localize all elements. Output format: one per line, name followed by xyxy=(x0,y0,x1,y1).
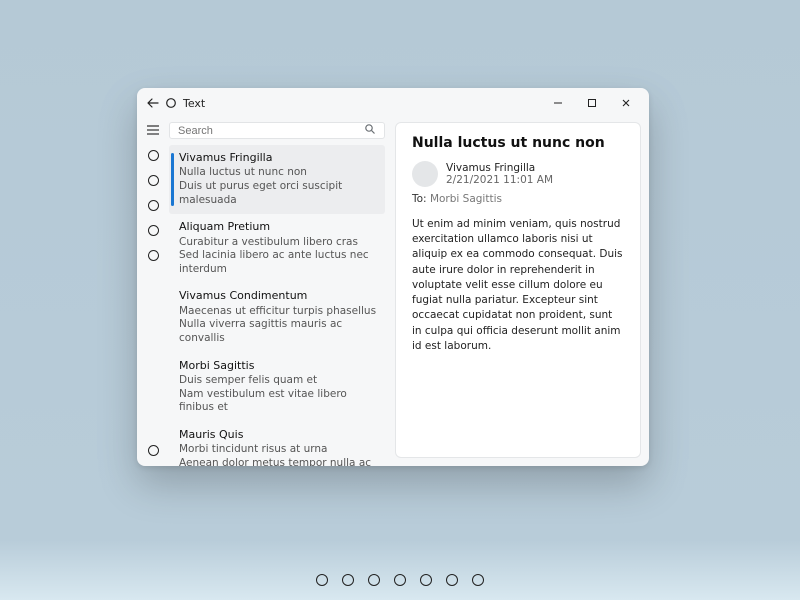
rail-item[interactable] xyxy=(148,200,159,211)
circle-icon xyxy=(368,574,380,586)
reading-header: Vivamus Fringilla 2/21/2021 11:01 AM xyxy=(412,161,624,187)
dock-page-indicator[interactable] xyxy=(368,574,380,586)
search-box[interactable] xyxy=(169,122,385,139)
message-sender: Vivamus Condimentum xyxy=(179,289,377,303)
circle-icon xyxy=(148,250,159,261)
circle-icon xyxy=(394,574,406,586)
reading-pane: Nulla luctus ut nunc non Vivamus Fringil… xyxy=(395,122,641,458)
rail-item[interactable] xyxy=(148,225,159,236)
circle-icon xyxy=(148,225,159,236)
to-value: Morbi Sagittis xyxy=(430,193,502,205)
window-title: Text xyxy=(183,97,205,110)
nav-rail xyxy=(137,118,169,466)
message-item[interactable]: Vivamus Condimentum Maecenas ut efficitur… xyxy=(169,283,385,352)
to-label: To: xyxy=(412,193,427,205)
circle-icon xyxy=(342,574,354,586)
dock-page-indicator[interactable] xyxy=(394,574,406,586)
message-preview: Sed lacinia libero ac ante luctus nec in… xyxy=(179,249,377,276)
message-item[interactable]: Mauris QuisMorbi tincidunt risus at urna… xyxy=(169,422,385,466)
avatar xyxy=(412,161,438,187)
dock-page-indicator[interactable] xyxy=(472,574,484,586)
message-list-pane: Vivamus FringillaNulla luctus ut nunc no… xyxy=(169,118,391,466)
dock-page-indicator[interactable] xyxy=(446,574,458,586)
message-subject: Morbi tincidunt risus at urna xyxy=(179,443,377,457)
message-sender: Vivamus Fringilla xyxy=(179,151,377,165)
circle-icon xyxy=(472,574,484,586)
back-button[interactable] xyxy=(147,97,159,109)
message-subject: Maecenas ut efficitur turpis phasellus xyxy=(179,305,377,319)
message-preview: Nam vestibulum est vitae libero finibus … xyxy=(179,388,377,415)
hamburger-button[interactable] xyxy=(146,124,160,136)
circle-icon xyxy=(316,574,328,586)
reading-date: 2/21/2021 11:01 AM xyxy=(446,174,553,186)
close-button[interactable] xyxy=(609,88,643,118)
circle-icon xyxy=(148,200,159,211)
dock-page-indicator[interactable] xyxy=(420,574,432,586)
app-logo-icon xyxy=(165,97,177,109)
dock-page-indicator[interactable] xyxy=(342,574,354,586)
rail-item[interactable] xyxy=(148,150,159,161)
message-item[interactable]: Vivamus FringillaNulla luctus ut nunc no… xyxy=(169,145,385,214)
app-window: Text Vivamus F xyxy=(137,88,649,466)
circle-icon xyxy=(148,175,159,186)
rail-bottom-item[interactable] xyxy=(148,445,159,466)
titlebar: Text xyxy=(137,88,649,118)
minimize-button[interactable] xyxy=(541,88,575,118)
message-item[interactable]: Aliquam Pretium Curabitur a vestibulum li… xyxy=(169,214,385,283)
maximize-button[interactable] xyxy=(575,88,609,118)
message-subject: Nulla luctus ut nunc non xyxy=(179,166,377,180)
message-preview: Nulla viverra sagittis mauris ac convall… xyxy=(179,318,377,345)
reading-subject: Nulla luctus ut nunc non xyxy=(412,135,624,151)
circle-icon xyxy=(446,574,458,586)
reading-from: Vivamus Fringilla xyxy=(446,162,553,174)
circle-icon xyxy=(148,150,159,161)
message-sender: Mauris Quis xyxy=(179,428,377,442)
rail-item[interactable] xyxy=(148,250,159,261)
message-preview: Duis ut purus eget orci suscipit malesua… xyxy=(179,180,377,207)
message-list: Vivamus FringillaNulla luctus ut nunc no… xyxy=(169,145,385,466)
message-item[interactable]: Morbi SagittisDuis semper felis quam etN… xyxy=(169,353,385,422)
rail-item[interactable] xyxy=(148,175,159,186)
message-subject: Curabitur a vestibulum libero cras xyxy=(179,236,377,250)
reading-body: Ut enim ad minim veniam, quis nostrud ex… xyxy=(412,217,624,354)
circle-icon xyxy=(148,445,159,456)
message-subject: Duis semper felis quam et xyxy=(179,374,377,388)
search-input[interactable] xyxy=(178,125,364,137)
message-sender: Aliquam Pretium xyxy=(179,220,377,234)
message-preview: Aenean dolor metus tempor nulla ac dapib… xyxy=(179,457,377,466)
dock-page-indicator[interactable] xyxy=(316,574,328,586)
reading-to-line: To: Morbi Sagittis xyxy=(412,193,624,205)
message-sender: Morbi Sagittis xyxy=(179,359,377,373)
circle-icon xyxy=(420,574,432,586)
page-indicator-dock xyxy=(0,574,800,586)
search-icon xyxy=(364,123,376,138)
